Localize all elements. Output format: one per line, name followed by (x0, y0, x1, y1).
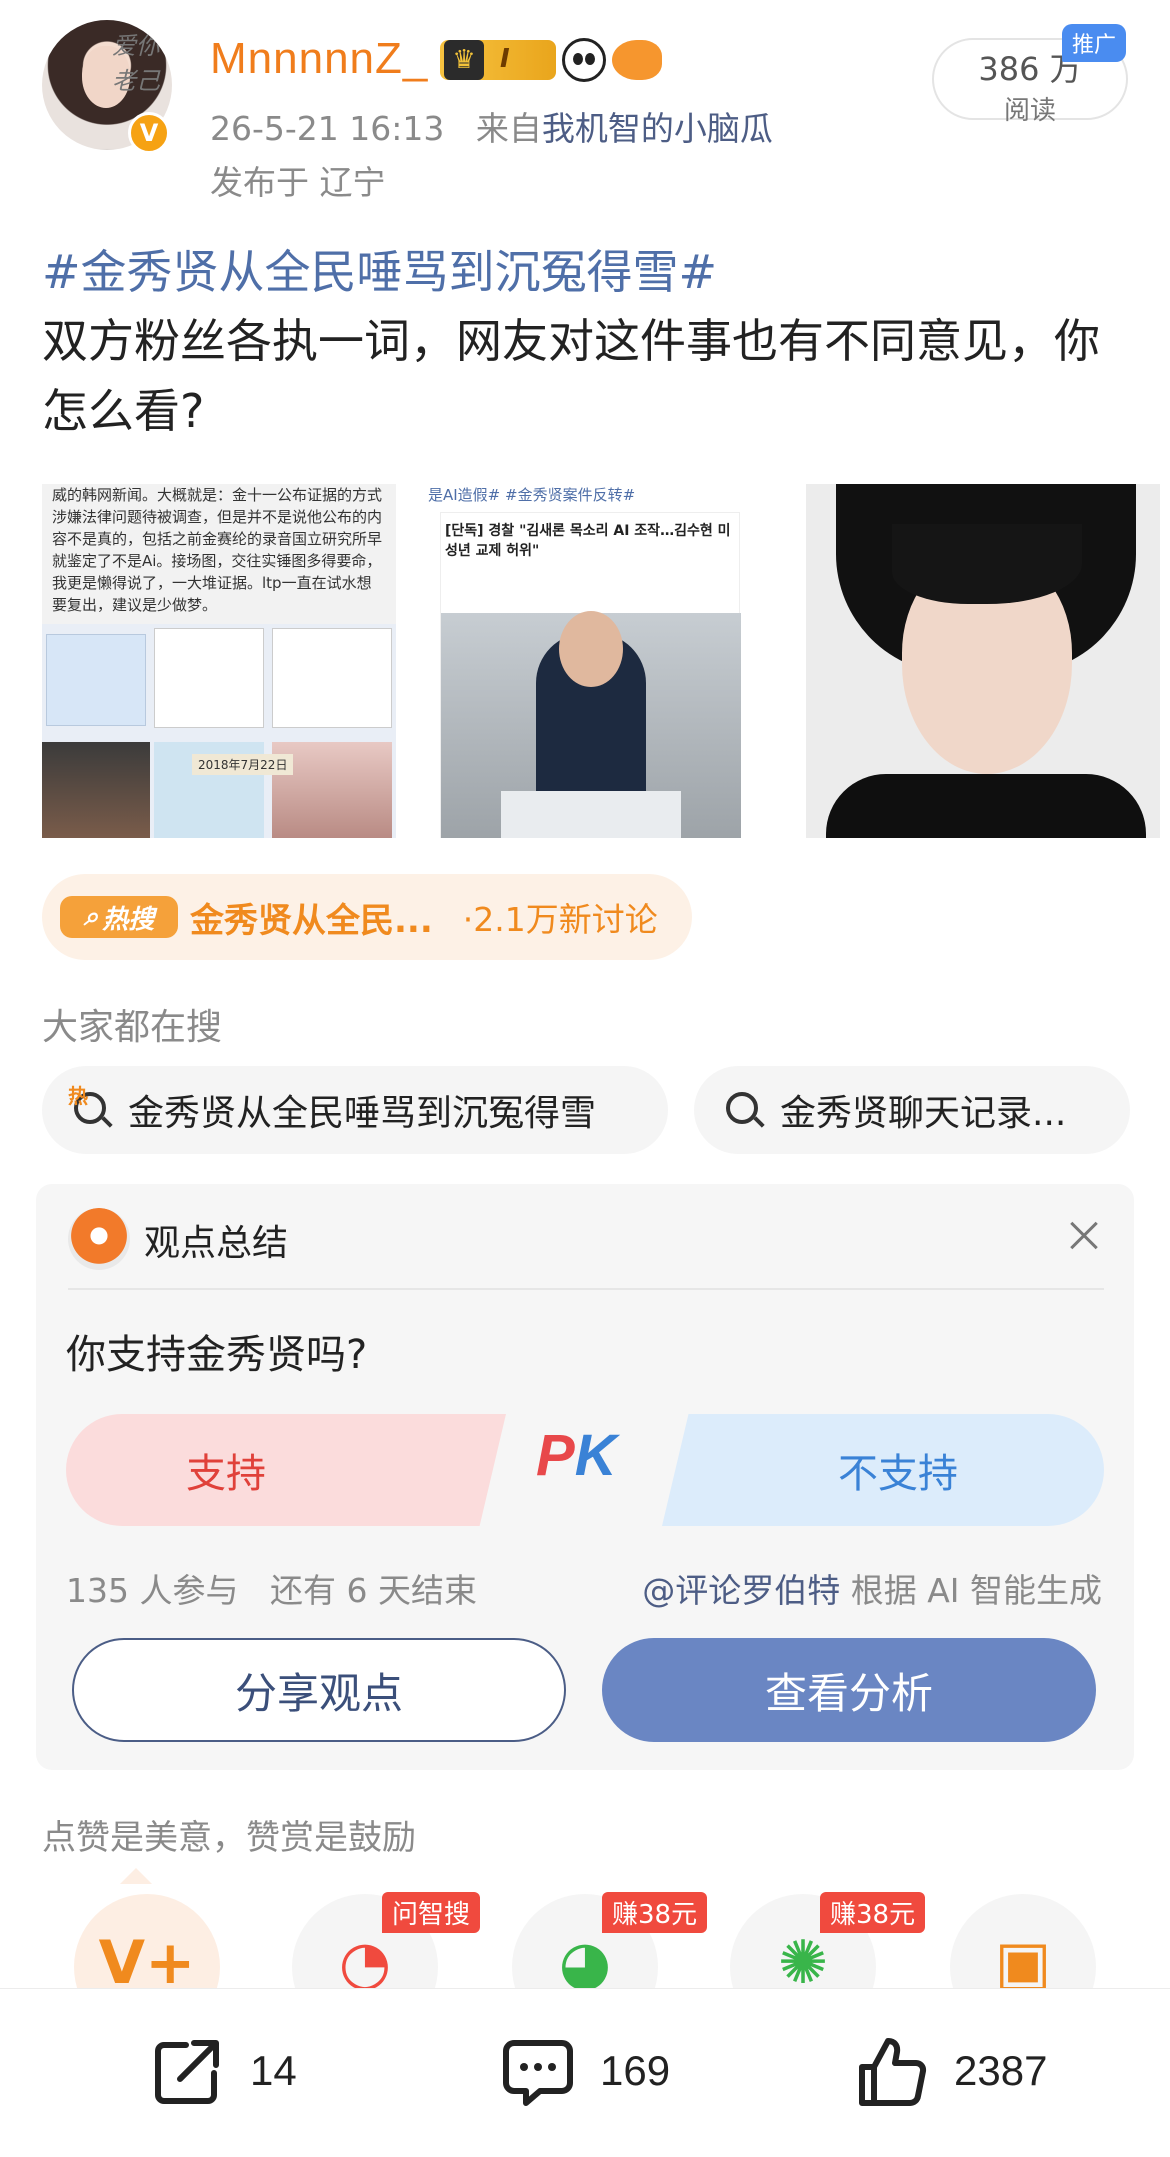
user-badges: ♛ I (440, 38, 662, 82)
ai-generated-text: 根据 AI 智能生成 (850, 1571, 1102, 1610)
comment-button[interactable]: 169 (500, 2033, 670, 2109)
repost-button[interactable]: 14 (150, 2033, 297, 2109)
robot-mascot-icon (68, 1208, 130, 1270)
post-image-2[interactable]: 是AI造假# #金秀贤案件反转# [단독] 경찰 "김새론 목소리 AI 조작…… (424, 484, 778, 838)
share-opinion-button[interactable]: 分享观点 (72, 1638, 566, 1742)
image-grid: 威的韩网新闻。大概就是：金十一公布证据的方式涉嫌法律问题待被调查，但是并不是说他… (42, 484, 1160, 838)
read-label: 阅读 (1003, 96, 1056, 126)
comment-count: 169 (600, 2047, 671, 2094)
hot-search-title: 金秀贤从全民... (190, 900, 433, 941)
image1-date-label: 2018年7月22日 (192, 754, 294, 775)
reward-tag: 问智搜 (382, 1892, 481, 1933)
bot-mention-link[interactable]: @评论罗伯特 (642, 1571, 840, 1610)
opinion-summary-card: 观点总结 你支持金秀贤吗? 支持 PK 不支持 135 人参与 还有 6 天结束… (36, 1184, 1134, 1770)
image2-press-photo (441, 611, 741, 838)
crown-icon: ♛ (444, 40, 484, 80)
pointer-arrow (120, 1868, 152, 1884)
hot-search-badge: ⌕ 热搜 (60, 896, 178, 938)
source-prefix: 来自 (475, 109, 542, 148)
hot-search-icon: 热 (68, 1084, 114, 1132)
participant-count: 135 人参与 (66, 1571, 239, 1610)
thumbs-up-icon (859, 2038, 927, 2107)
hot-search-pill[interactable]: ⌕ 热搜 金秀贤从全民... ·2.1万新讨论 (42, 874, 692, 960)
image2-news-card: [단독] 경찰 "김새론 목소리 AI 조작…김수현 미성년 교제 허위" (440, 512, 741, 838)
vote-support-button[interactable]: 支持 (66, 1414, 506, 1526)
post-image-1[interactable]: 威的韩网新闻。大概就是：金十一公布证据的方式涉嫌法律问题待被调查，但是并不是说他… (42, 484, 396, 838)
pufferfish-badge-icon[interactable] (612, 40, 662, 80)
image2-headline: [단독] 경찰 "김새론 목소리 AI 조작…김수현 미성년 교제 허위" (445, 523, 731, 559)
hot-search-count: ·2.1万新讨论 (462, 900, 658, 939)
bottom-action-bar: 14 169 2387 (0, 1988, 1170, 2157)
time-remaining: 还有 6 天结束 (269, 1571, 477, 1610)
promotion-tag: 推广 (1062, 24, 1127, 62)
poll-stats: 135 人参与 还有 6 天结束 (66, 1564, 477, 1612)
poll-question: 你支持金秀贤吗? (66, 1332, 368, 1378)
panda-badge-icon[interactable] (562, 38, 606, 82)
vote-support-label: 支持 (186, 1451, 266, 1497)
vote-oppose-label: 不支持 (838, 1451, 958, 1497)
comment-icon (503, 2040, 573, 2106)
post-location: 发布于 辽宁 (210, 163, 386, 202)
member-level-badge[interactable]: ♛ I (440, 40, 556, 80)
member-level-text: I (500, 44, 510, 74)
search-icon (722, 1088, 766, 1132)
divider (68, 1288, 1104, 1290)
search-icon: ⌕ (83, 901, 99, 932)
vote-oppose-button[interactable]: 不支持 (662, 1414, 1104, 1526)
related-search-text: 金秀贤从全民唾骂到沉冤得雪 (128, 1093, 597, 1134)
view-analysis-button[interactable]: 查看分析 (602, 1638, 1096, 1742)
pk-label: PK (536, 1423, 617, 1488)
username[interactable]: MnnnnnZ_ (210, 34, 428, 84)
share-icon (155, 2040, 219, 2104)
reward-tag: 赚38元 (820, 1892, 926, 1933)
ai-generated-note: @评论罗伯特 根据 AI 智能生成 (642, 1564, 1102, 1612)
avatar-watermark: 爱你老己 (112, 32, 160, 95)
reward-label: 点赞是美意，赞赏是鼓励 (42, 1818, 416, 1858)
image1-caption-text: 威的韩网新闻。大概就是：金十一公布证据的方式涉嫌法律问题待被调查，但是并不是说他… (52, 486, 383, 614)
close-icon[interactable] (1064, 1216, 1104, 1256)
image2-hashtags: 是AI造假# #金秀贤案件反转# (428, 486, 636, 504)
hot-search-badge-text: 热搜 (102, 904, 155, 935)
opinion-card-title: 观点总结 (144, 1223, 289, 1264)
like-count: 2387 (954, 2047, 1048, 2094)
related-search-chip[interactable]: 金秀贤聊天记录... (694, 1066, 1130, 1154)
post-image-3[interactable] (806, 484, 1160, 838)
reward-tag: 赚38元 (602, 1892, 708, 1933)
related-search-label: 大家都在搜 (42, 1007, 223, 1048)
like-button[interactable]: 2387 (854, 2033, 1047, 2109)
post-meta: 26-5-21 16:13 来自我机智的小脑瓜 (210, 102, 773, 150)
image1-screenshot-collage (42, 624, 396, 838)
share-count: 14 (250, 2047, 297, 2094)
verified-badge-icon: V (128, 112, 170, 154)
related-search-text: 金秀贤聊天记录... (780, 1093, 1067, 1134)
post-body-text: 双方粉丝各执一词，网友对这件事也有不同意见，你怎么看? (42, 314, 1100, 438)
hot-mark: 热 (68, 1084, 88, 1108)
post-timestamp: 26-5-21 16:13 (210, 109, 445, 148)
related-search-chip[interactable]: 热 金秀贤从全民唾骂到沉冤得雪 (42, 1066, 668, 1154)
source-app-link[interactable]: 我机智的小脑瓜 (542, 109, 773, 148)
topic-hashtag[interactable]: #金秀贤从全民唾骂到沉冤得雪# (42, 236, 717, 302)
